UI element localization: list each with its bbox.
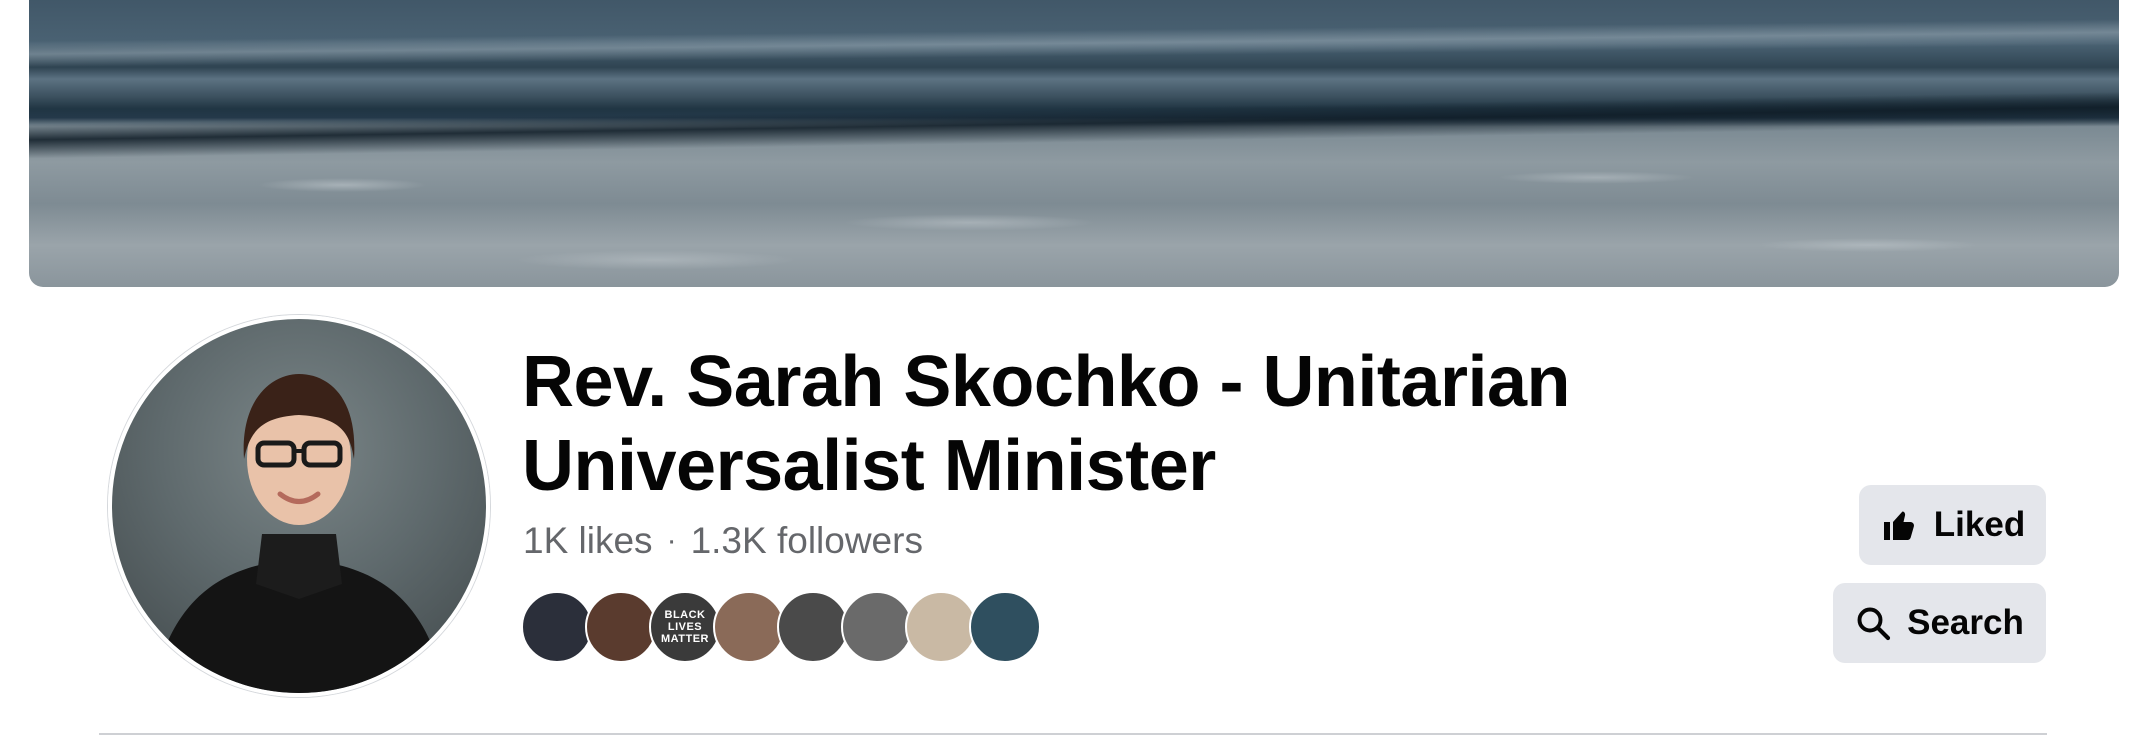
friend-avatar-1[interactable] [521, 591, 593, 663]
stats-separator: · [666, 524, 677, 557]
liked-button[interactable]: Liked [1859, 485, 2046, 565]
profile-portrait-illustration [152, 374, 446, 693]
search-icon [1857, 607, 1891, 641]
likes-count[interactable]: 1K likes [523, 520, 653, 562]
liked-button-label: Liked [1933, 505, 2026, 544]
friend-avatar-7[interactable] [905, 591, 977, 663]
page-title: Rev. Sarah Skochko - Unitarian Universal… [522, 342, 1570, 506]
friend-avatar-2[interactable] [585, 591, 657, 663]
page-stats: 1K likes · 1.3K followers [523, 520, 923, 562]
cover-photo[interactable] [29, 0, 2119, 287]
cover-sand-foam [29, 140, 2119, 287]
friend-avatar-6[interactable] [841, 591, 913, 663]
friend-avatar-8[interactable] [969, 591, 1041, 663]
friends-who-like-list: BLACK LIVES MATTER [521, 591, 1041, 663]
search-button[interactable]: Search [1833, 583, 2046, 663]
friend-avatar-3-text: BLACK LIVES MATTER [660, 609, 709, 645]
followers-count[interactable]: 1.3K followers [691, 520, 923, 562]
profile-picture[interactable] [108, 315, 490, 697]
search-button-label: Search [1907, 603, 2024, 642]
friend-avatar-4[interactable] [713, 591, 785, 663]
friend-avatar-3[interactable]: BLACK LIVES MATTER [649, 591, 721, 663]
header-divider [99, 733, 2047, 735]
thumbs-up-icon [1883, 511, 1914, 540]
cover-wave-highlight [29, 18, 2119, 68]
friend-avatar-5[interactable] [777, 591, 849, 663]
